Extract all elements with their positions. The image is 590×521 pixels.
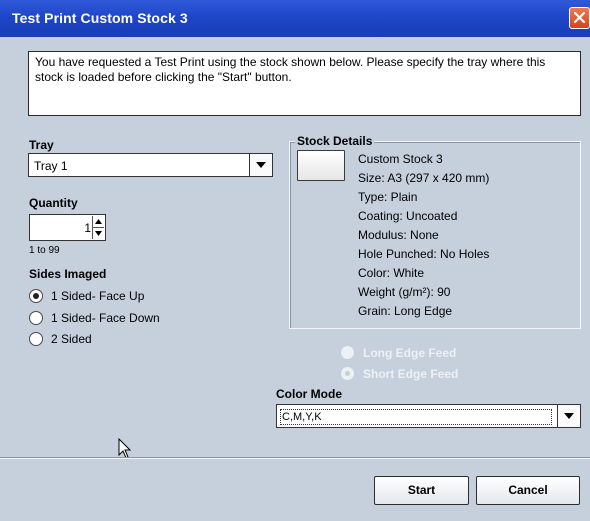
radio-label: 2 Sided xyxy=(51,332,92,346)
radio-selected-dot xyxy=(33,293,39,299)
quantity-label: Quantity xyxy=(29,196,78,210)
title-bar[interactable]: Test Print Custom Stock 3 xyxy=(0,0,590,37)
radio-selected-dot xyxy=(345,371,350,376)
footer-separator xyxy=(0,457,590,459)
color-mode-dropdown[interactable]: C,M,Y,K xyxy=(276,404,581,428)
radio-button[interactable] xyxy=(29,311,43,325)
stock-weight: Weight (g/m²): 90 xyxy=(358,285,451,299)
quantity-decrement-button[interactable] xyxy=(93,228,104,239)
stock-modulus: Modulus: None xyxy=(358,228,439,242)
radio-button[interactable] xyxy=(29,289,43,303)
quantity-increment-button[interactable] xyxy=(93,216,104,228)
color-mode-dropdown-button[interactable] xyxy=(557,405,580,427)
tray-label: Tray xyxy=(29,138,54,152)
radio-label: Long Edge Feed xyxy=(363,346,457,360)
quantity-value[interactable]: 1 xyxy=(84,221,91,235)
stock-details-legend: Stock Details xyxy=(295,134,375,148)
start-button[interactable]: Start xyxy=(374,476,469,505)
window-title: Test Print Custom Stock 3 xyxy=(12,10,188,26)
color-mode-selected-value: C,M,Y,K xyxy=(280,409,552,425)
radio-label: Short Edge Feed xyxy=(363,367,459,381)
stock-color: Color: White xyxy=(358,266,425,280)
stock-grain: Grain: Long Edge xyxy=(358,304,453,318)
close-icon xyxy=(574,12,585,23)
radio-button xyxy=(341,346,354,359)
test-print-dialog: Test Print Custom Stock 3 You have reque… xyxy=(0,0,590,521)
chevron-down-icon xyxy=(256,162,266,168)
stock-type: Type: Plain xyxy=(358,190,418,204)
paper-stock-icon xyxy=(297,150,345,181)
radio-label: 1 Sided- Face Up xyxy=(51,289,145,303)
quantity-range-hint: 1 to 99 xyxy=(29,245,60,256)
stock-size: Size: A3 (297 x 420 mm) xyxy=(358,171,490,185)
stock-name: Custom Stock 3 xyxy=(358,152,443,166)
stock-hole-punched: Hole Punched: No Holes xyxy=(358,247,490,261)
cancel-button[interactable]: Cancel xyxy=(476,476,580,505)
quantity-stepper[interactable]: 1 xyxy=(29,214,106,241)
color-mode-label: Color Mode xyxy=(276,387,342,401)
instruction-message: You have requested a Test Print using th… xyxy=(28,51,581,116)
stock-coating: Coating: Uncoated xyxy=(358,209,458,223)
quantity-spinner[interactable] xyxy=(92,216,104,239)
tray-selected-value: Tray 1 xyxy=(34,159,68,173)
stock-details-list: Custom Stock 3 Size: A3 (297 x 420 mm) T… xyxy=(358,150,489,321)
sides-imaged-label: Sides Imaged xyxy=(29,267,107,281)
arrow-up-icon xyxy=(95,219,102,224)
radio-button[interactable] xyxy=(29,332,43,346)
close-button[interactable] xyxy=(569,7,590,29)
tray-dropdown[interactable]: Tray 1 xyxy=(28,153,273,177)
radio-button xyxy=(341,367,354,380)
radio-label: 1 Sided- Face Down xyxy=(51,311,160,325)
chevron-down-icon xyxy=(564,413,574,419)
tray-dropdown-button[interactable] xyxy=(249,154,272,176)
arrow-down-icon xyxy=(95,231,102,236)
